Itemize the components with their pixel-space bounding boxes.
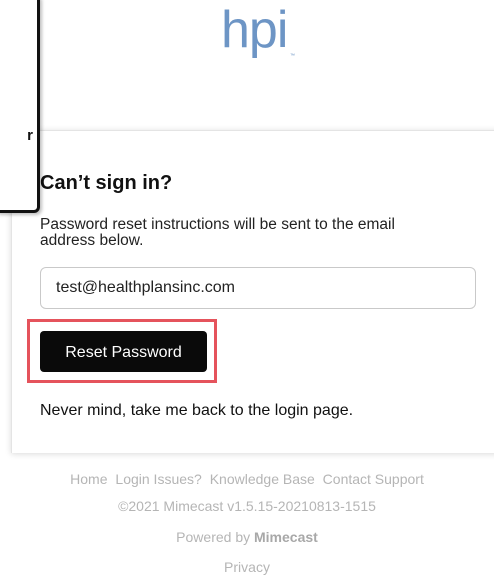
reset-password-button[interactable]: Reset Password (40, 331, 207, 372)
reset-instructions-text: Password reset instructions will be sent… (40, 216, 395, 249)
footer-link-login-issues[interactable]: Login Issues? (115, 471, 201, 487)
footer-copyright: ©2021 Mimecast v1.5.15-20210813-1515 (118, 498, 376, 514)
hpi-logo: hpi (221, 1, 288, 59)
email-field[interactable] (40, 267, 476, 309)
powered-by-brand: Mimecast (254, 529, 318, 545)
footer-links: Home Login Issues? Knowledge Base Contac… (0, 471, 494, 487)
footer-link-home[interactable]: Home (70, 471, 107, 487)
back-to-login-link[interactable]: Never mind, take me back to the login pa… (40, 402, 353, 420)
tooltip-callout (0, 0, 40, 213)
footer-link-contact-support[interactable]: Contact Support (323, 471, 424, 487)
logo-trademark: ™ (290, 53, 295, 59)
footer-link-knowledge-base[interactable]: Knowledge Base (210, 471, 315, 487)
page-title: Can’t sign in? (40, 172, 173, 194)
footer-powered-by: Powered by Mimecast (0, 529, 494, 545)
powered-by-prefix: Powered by (176, 529, 254, 545)
footer-link-privacy[interactable]: Privacy (0, 559, 494, 575)
tooltip-callout-text: r (27, 127, 33, 144)
